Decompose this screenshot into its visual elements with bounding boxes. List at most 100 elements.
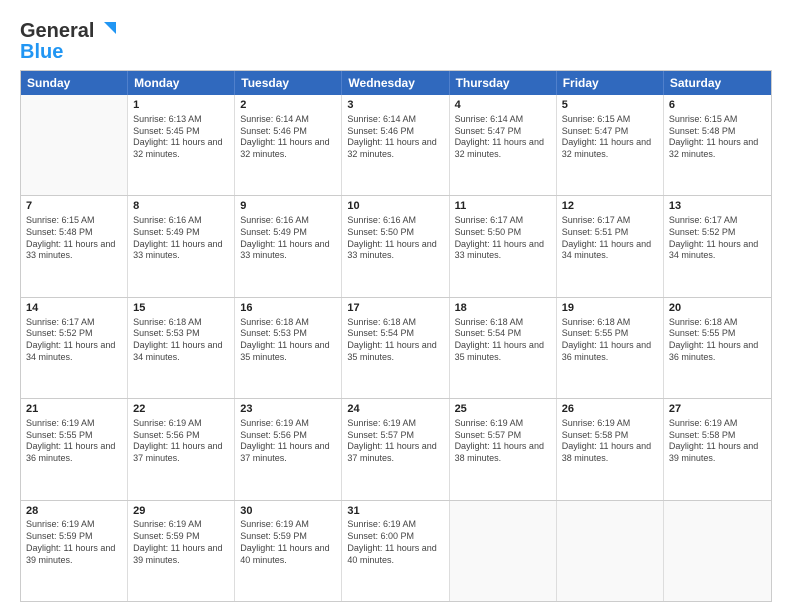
day-number: 27 [669, 402, 766, 417]
cell-info: Sunrise: 6:19 AMSunset: 6:00 PMDaylight:… [347, 519, 443, 566]
header-cell-tuesday: Tuesday [235, 71, 342, 95]
cell-info: Sunrise: 6:17 AMSunset: 5:51 PMDaylight:… [562, 215, 658, 262]
day-number: 8 [133, 199, 229, 214]
calendar-cell: 27Sunrise: 6:19 AMSunset: 5:58 PMDayligh… [664, 399, 771, 499]
day-number: 2 [240, 98, 336, 113]
cell-info: Sunrise: 6:19 AMSunset: 5:58 PMDaylight:… [669, 418, 766, 465]
day-number: 10 [347, 199, 443, 214]
cell-info: Sunrise: 6:15 AMSunset: 5:48 PMDaylight:… [26, 215, 122, 262]
calendar-cell: 6Sunrise: 6:15 AMSunset: 5:48 PMDaylight… [664, 95, 771, 195]
calendar-cell: 30Sunrise: 6:19 AMSunset: 5:59 PMDayligh… [235, 501, 342, 601]
calendar-cell: 12Sunrise: 6:17 AMSunset: 5:51 PMDayligh… [557, 196, 664, 296]
header-cell-monday: Monday [128, 71, 235, 95]
cell-info: Sunrise: 6:15 AMSunset: 5:47 PMDaylight:… [562, 114, 658, 161]
calendar-cell: 22Sunrise: 6:19 AMSunset: 5:56 PMDayligh… [128, 399, 235, 499]
cell-info: Sunrise: 6:18 AMSunset: 5:54 PMDaylight:… [347, 317, 443, 364]
logo-blue: Blue [20, 41, 63, 64]
logo-icon [96, 18, 118, 45]
day-number: 5 [562, 98, 658, 113]
calendar-body: 1Sunrise: 6:13 AMSunset: 5:45 PMDaylight… [21, 95, 771, 601]
cell-info: Sunrise: 6:19 AMSunset: 5:57 PMDaylight:… [347, 418, 443, 465]
cell-info: Sunrise: 6:19 AMSunset: 5:59 PMDaylight:… [133, 519, 229, 566]
cell-info: Sunrise: 6:18 AMSunset: 5:53 PMDaylight:… [133, 317, 229, 364]
day-number: 14 [26, 301, 122, 316]
logo: General Blue [20, 18, 118, 64]
day-number: 30 [240, 504, 336, 519]
day-number: 20 [669, 301, 766, 316]
calendar-cell: 4Sunrise: 6:14 AMSunset: 5:47 PMDaylight… [450, 95, 557, 195]
calendar-cell: 15Sunrise: 6:18 AMSunset: 5:53 PMDayligh… [128, 298, 235, 398]
calendar-cell: 5Sunrise: 6:15 AMSunset: 5:47 PMDaylight… [557, 95, 664, 195]
calendar-cell: 2Sunrise: 6:14 AMSunset: 5:46 PMDaylight… [235, 95, 342, 195]
calendar: SundayMondayTuesdayWednesdayThursdayFrid… [20, 70, 772, 602]
cell-info: Sunrise: 6:19 AMSunset: 5:56 PMDaylight:… [133, 418, 229, 465]
calendar-cell: 3Sunrise: 6:14 AMSunset: 5:46 PMDaylight… [342, 95, 449, 195]
header-cell-sunday: Sunday [21, 71, 128, 95]
cell-info: Sunrise: 6:18 AMSunset: 5:55 PMDaylight:… [669, 317, 766, 364]
cell-info: Sunrise: 6:17 AMSunset: 5:50 PMDaylight:… [455, 215, 551, 262]
cell-info: Sunrise: 6:18 AMSunset: 5:54 PMDaylight:… [455, 317, 551, 364]
calendar-cell: 19Sunrise: 6:18 AMSunset: 5:55 PMDayligh… [557, 298, 664, 398]
day-number: 6 [669, 98, 766, 113]
header-cell-wednesday: Wednesday [342, 71, 449, 95]
page: General Blue SundayMondayTuesdayWednesda… [0, 0, 792, 612]
calendar-cell [21, 95, 128, 195]
cell-info: Sunrise: 6:18 AMSunset: 5:55 PMDaylight:… [562, 317, 658, 364]
calendar-row-1: 7Sunrise: 6:15 AMSunset: 5:48 PMDaylight… [21, 195, 771, 296]
day-number: 17 [347, 301, 443, 316]
cell-info: Sunrise: 6:16 AMSunset: 5:50 PMDaylight:… [347, 215, 443, 262]
cell-info: Sunrise: 6:15 AMSunset: 5:48 PMDaylight:… [669, 114, 766, 161]
calendar-cell: 23Sunrise: 6:19 AMSunset: 5:56 PMDayligh… [235, 399, 342, 499]
cell-info: Sunrise: 6:16 AMSunset: 5:49 PMDaylight:… [240, 215, 336, 262]
calendar-cell: 10Sunrise: 6:16 AMSunset: 5:50 PMDayligh… [342, 196, 449, 296]
calendar-cell: 7Sunrise: 6:15 AMSunset: 5:48 PMDaylight… [21, 196, 128, 296]
cell-info: Sunrise: 6:14 AMSunset: 5:46 PMDaylight:… [347, 114, 443, 161]
calendar-cell: 31Sunrise: 6:19 AMSunset: 6:00 PMDayligh… [342, 501, 449, 601]
day-number: 4 [455, 98, 551, 113]
day-number: 29 [133, 504, 229, 519]
calendar-row-0: 1Sunrise: 6:13 AMSunset: 5:45 PMDaylight… [21, 95, 771, 195]
day-number: 11 [455, 199, 551, 214]
calendar-cell: 24Sunrise: 6:19 AMSunset: 5:57 PMDayligh… [342, 399, 449, 499]
calendar-cell [664, 501, 771, 601]
day-number: 18 [455, 301, 551, 316]
calendar-cell [450, 501, 557, 601]
day-number: 21 [26, 402, 122, 417]
calendar-cell: 20Sunrise: 6:18 AMSunset: 5:55 PMDayligh… [664, 298, 771, 398]
cell-info: Sunrise: 6:19 AMSunset: 5:59 PMDaylight:… [26, 519, 122, 566]
calendar-row-4: 28Sunrise: 6:19 AMSunset: 5:59 PMDayligh… [21, 500, 771, 601]
header: General Blue [20, 18, 772, 64]
cell-info: Sunrise: 6:19 AMSunset: 5:57 PMDaylight:… [455, 418, 551, 465]
calendar-header: SundayMondayTuesdayWednesdayThursdayFrid… [21, 71, 771, 95]
cell-info: Sunrise: 6:17 AMSunset: 5:52 PMDaylight:… [26, 317, 122, 364]
day-number: 13 [669, 199, 766, 214]
cell-info: Sunrise: 6:19 AMSunset: 5:59 PMDaylight:… [240, 519, 336, 566]
day-number: 25 [455, 402, 551, 417]
cell-info: Sunrise: 6:16 AMSunset: 5:49 PMDaylight:… [133, 215, 229, 262]
calendar-cell: 1Sunrise: 6:13 AMSunset: 5:45 PMDaylight… [128, 95, 235, 195]
calendar-cell: 28Sunrise: 6:19 AMSunset: 5:59 PMDayligh… [21, 501, 128, 601]
calendar-cell: 14Sunrise: 6:17 AMSunset: 5:52 PMDayligh… [21, 298, 128, 398]
calendar-cell: 21Sunrise: 6:19 AMSunset: 5:55 PMDayligh… [21, 399, 128, 499]
calendar-cell: 29Sunrise: 6:19 AMSunset: 5:59 PMDayligh… [128, 501, 235, 601]
calendar-cell: 11Sunrise: 6:17 AMSunset: 5:50 PMDayligh… [450, 196, 557, 296]
day-number: 16 [240, 301, 336, 316]
day-number: 19 [562, 301, 658, 316]
day-number: 22 [133, 402, 229, 417]
day-number: 24 [347, 402, 443, 417]
cell-info: Sunrise: 6:19 AMSunset: 5:58 PMDaylight:… [562, 418, 658, 465]
calendar-cell: 18Sunrise: 6:18 AMSunset: 5:54 PMDayligh… [450, 298, 557, 398]
day-number: 23 [240, 402, 336, 417]
calendar-cell [557, 501, 664, 601]
calendar-cell: 25Sunrise: 6:19 AMSunset: 5:57 PMDayligh… [450, 399, 557, 499]
calendar-cell: 13Sunrise: 6:17 AMSunset: 5:52 PMDayligh… [664, 196, 771, 296]
day-number: 12 [562, 199, 658, 214]
cell-info: Sunrise: 6:14 AMSunset: 5:47 PMDaylight:… [455, 114, 551, 161]
cell-info: Sunrise: 6:17 AMSunset: 5:52 PMDaylight:… [669, 215, 766, 262]
logo-general: General [20, 20, 94, 43]
day-number: 1 [133, 98, 229, 113]
cell-info: Sunrise: 6:14 AMSunset: 5:46 PMDaylight:… [240, 114, 336, 161]
calendar-cell: 9Sunrise: 6:16 AMSunset: 5:49 PMDaylight… [235, 196, 342, 296]
cell-info: Sunrise: 6:19 AMSunset: 5:55 PMDaylight:… [26, 418, 122, 465]
header-cell-thursday: Thursday [450, 71, 557, 95]
